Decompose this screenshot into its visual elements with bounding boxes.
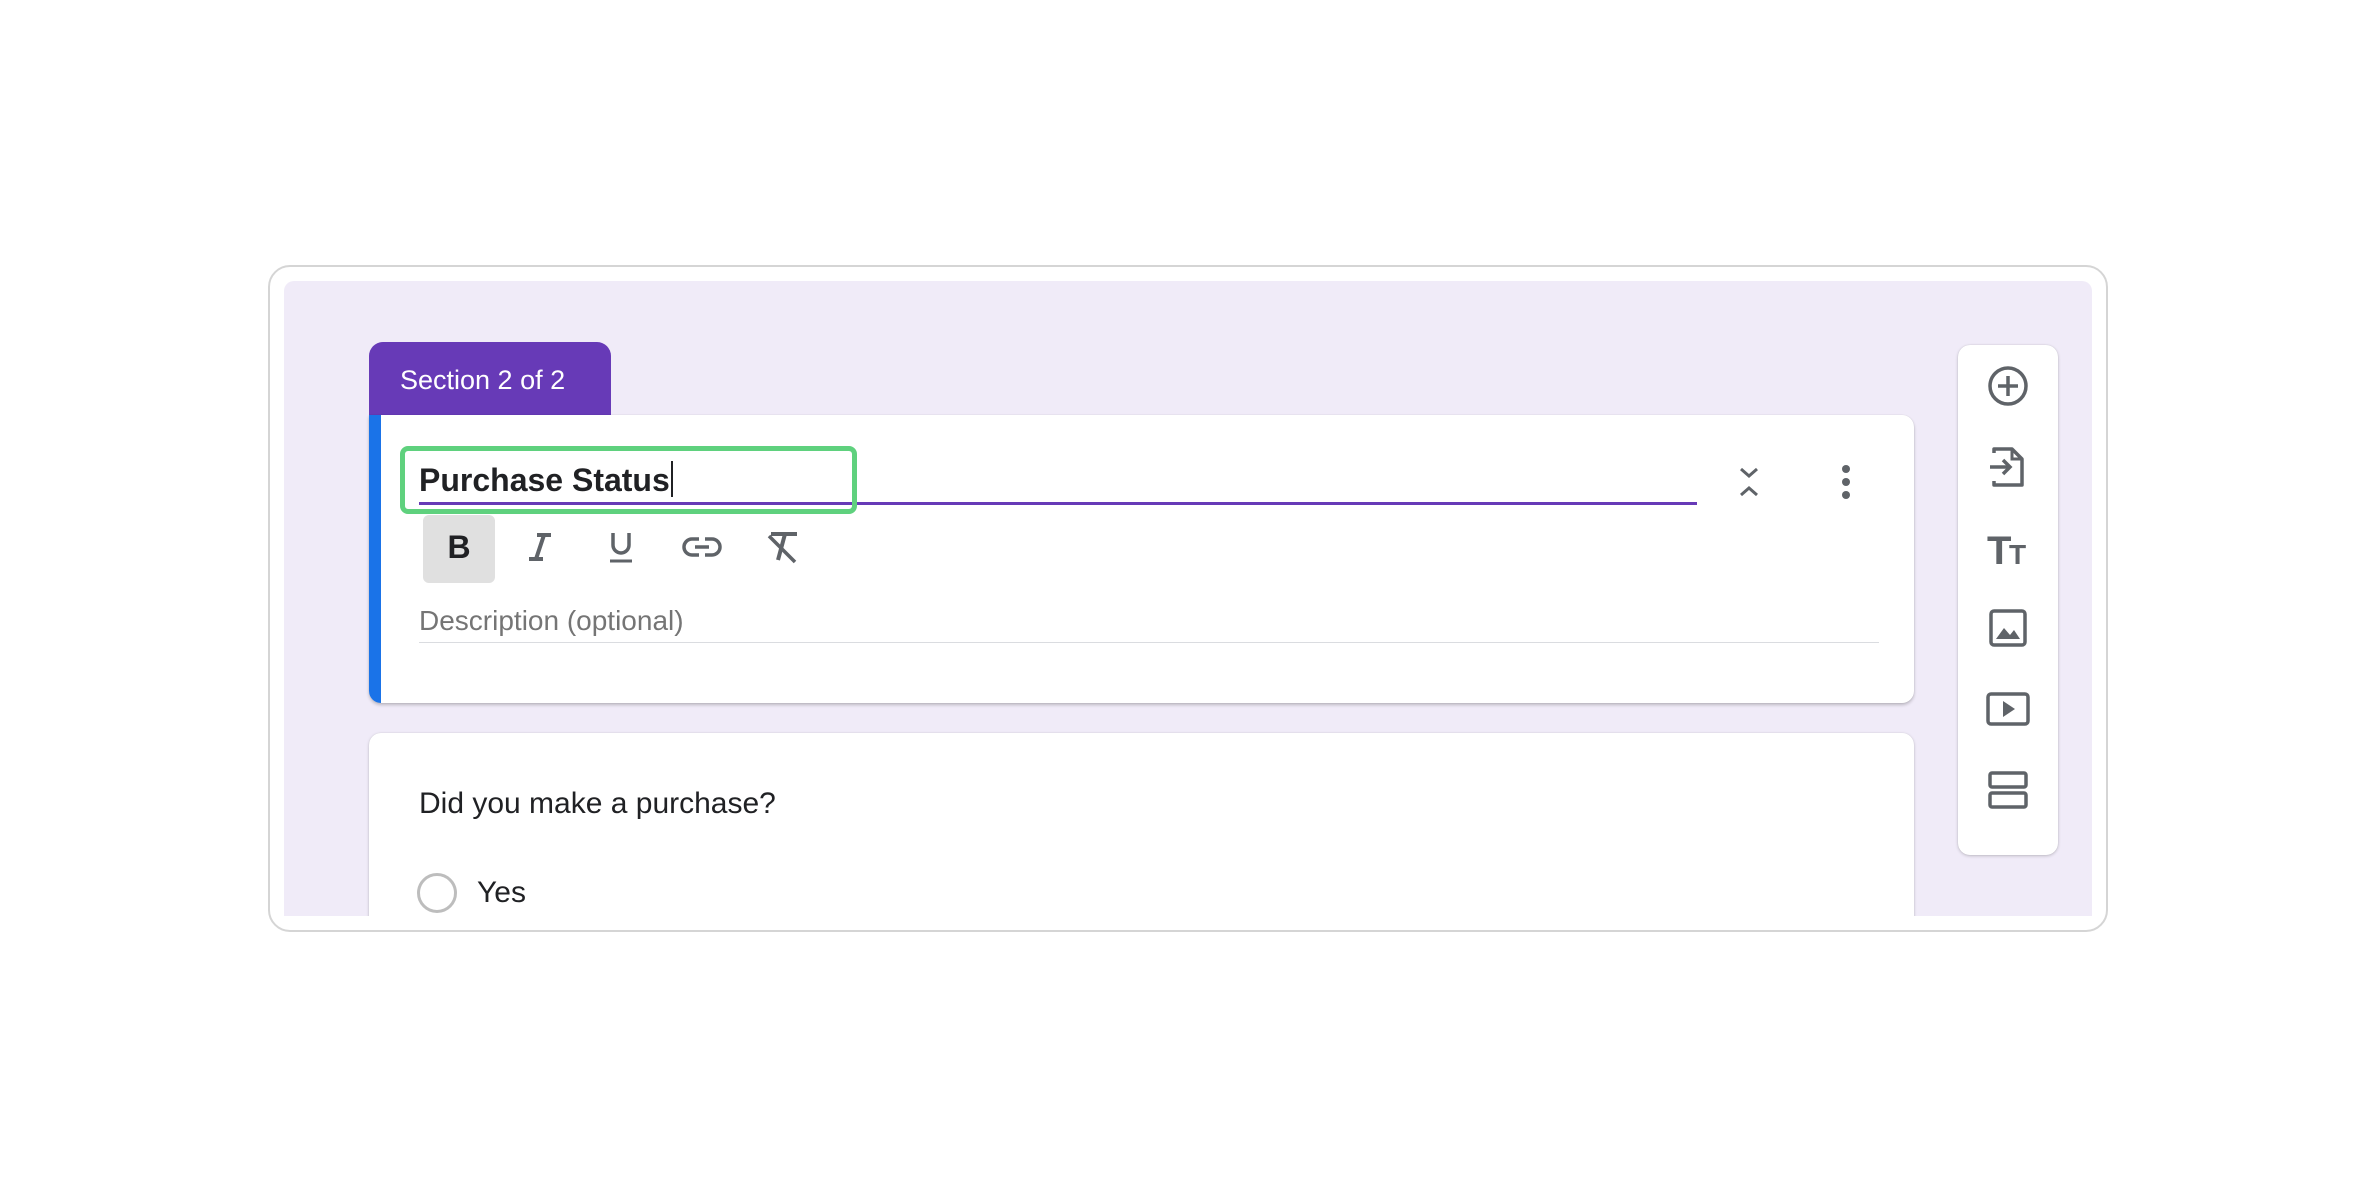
text-format-toolbar: B	[423, 515, 828, 583]
active-card-indicator	[369, 415, 381, 703]
collapse-section-button[interactable]	[1724, 459, 1774, 509]
italic-button[interactable]	[504, 515, 576, 583]
section-tab: Section 2 of 2	[369, 342, 611, 418]
svg-text:T: T	[1987, 529, 2011, 568]
svg-text:B: B	[447, 531, 470, 563]
section-header-card[interactable]: Purchase Status B Description (optional)	[369, 415, 1914, 703]
section-title-text[interactable]: Purchase Status	[419, 461, 673, 499]
add-circle-icon	[1986, 364, 2030, 413]
text-caret	[670, 461, 673, 497]
section-title-input[interactable]: Purchase Status	[419, 453, 1697, 505]
more-options-button[interactable]	[1821, 459, 1871, 509]
question-card[interactable]: Did you make a purchase? Yes	[369, 733, 1914, 916]
image-icon	[1988, 608, 2028, 653]
add-section-button[interactable]	[1983, 767, 2033, 817]
underline-button[interactable]	[585, 515, 657, 583]
title-text-icon: T T	[1985, 528, 2031, 573]
svg-text:T: T	[2009, 539, 2026, 568]
section-description-input[interactable]: Description (optional)	[419, 601, 1879, 643]
bold-button[interactable]: B	[423, 515, 495, 583]
clear-formatting-button[interactable]	[747, 515, 819, 583]
add-video-button[interactable]	[1983, 686, 2033, 736]
italic-icon	[525, 531, 555, 568]
description-placeholder: Description (optional)	[419, 605, 684, 636]
unfold-less-icon	[1734, 465, 1764, 504]
option-row[interactable]: Yes	[417, 873, 526, 913]
link-button[interactable]	[666, 515, 738, 583]
form-editor-canvas: Section 2 of 2 Purchase Status B Descrip…	[284, 281, 2092, 916]
import-questions-button[interactable]	[1983, 444, 2033, 494]
link-icon	[682, 535, 722, 564]
bold-icon: B	[444, 529, 474, 568]
section-tab-label: Section 2 of 2	[400, 365, 566, 395]
question-title: Did you make a purchase?	[419, 787, 776, 820]
add-title-description-button[interactable]: T T	[1983, 525, 2033, 575]
import-file-icon	[1988, 445, 2028, 494]
more-vert-icon	[1840, 464, 1852, 505]
option-label: Yes	[477, 876, 526, 909]
video-icon	[1985, 691, 2031, 732]
clear-format-icon	[765, 530, 801, 569]
radio-button[interactable]	[417, 873, 457, 913]
section-icon	[1987, 770, 2029, 815]
floating-side-toolbar: T T	[1958, 345, 2058, 855]
add-image-button[interactable]	[1983, 605, 2033, 655]
underline-icon	[606, 530, 636, 569]
add-question-button[interactable]	[1983, 363, 2033, 413]
